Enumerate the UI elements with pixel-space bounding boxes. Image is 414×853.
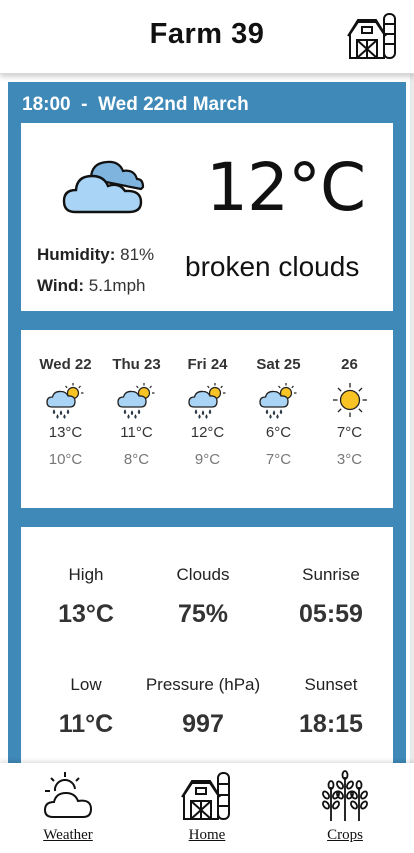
forecast-day-name: Sat 25 [256,356,301,373]
forecast-high: 7°C [336,424,363,441]
wind-label: Wind: [37,276,85,295]
weather-description: broken clouds [185,251,360,282]
barn-icon[interactable] [346,8,400,62]
bottom-nav: Weather Home Crops [0,763,414,853]
stat-label: Low [70,675,102,694]
nav-label-crops[interactable]: Crops [327,827,363,844]
stat-label: Sunset [304,675,358,694]
stat-sunset: Sunset 18:15 [269,675,393,739]
current-date: Wed 22nd March [98,94,249,115]
current-time: 18:00 [22,94,71,115]
stats-card: High 13°C Clouds 75% Sunrise 05:59 Low 1… [21,527,393,777]
wind: Wind: 5.1mph [37,276,146,296]
stat-value: 997 [182,710,224,738]
weather-panel: 18:00 - Wed 22nd March 12°C Humidity: 81… [8,82,406,777]
datetime-separator: - [81,94,88,115]
humidity-label: Humidity: [37,245,116,264]
app-header: Farm 39 [0,0,414,74]
nav-item-weather[interactable]: Weather [13,769,123,844]
rain-sun-icon [186,380,230,420]
forecast-day-name: Thu 23 [112,356,161,373]
forecast-day-name: Fri 24 [187,356,228,373]
forecast-low: 10°C [48,451,83,468]
current-temperature: 12°C [206,149,366,226]
forecast-day: Sat 25 6°C 7°C [243,356,314,468]
stat-high: High 13°C [24,565,148,629]
stat-value: 18:15 [299,710,363,738]
current-datetime: 18:00 - Wed 22nd March [22,94,249,116]
stat-value: 11°C [58,710,114,738]
forecast-day: Thu 23 11°C 8°C [101,356,172,468]
crops-icon [322,770,368,821]
stat-value: 13°C [58,600,114,628]
nav-label-weather[interactable]: Weather [43,827,93,844]
stat-value: 75% [177,600,229,628]
forecast-day: Wed 22 13°C 10°C [30,356,101,468]
forecast-low: 8°C [123,451,150,468]
rain-sun-icon [257,380,301,420]
forecast-day: 26 7°C 3°C [314,356,385,468]
current-conditions-card: 12°C Humidity: 81% Wind: 5.1mph broken c… [21,123,393,311]
stat-label: Pressure (hPa) [145,675,261,694]
forecast-high: 13°C [48,424,83,441]
scrollbar[interactable] [410,74,414,764]
forecast-low: 9°C [194,451,221,468]
rain-sun-icon [44,380,88,420]
stat-sunrise: Sunrise 05:59 [269,565,393,629]
stat-label: High [68,565,104,584]
forecast-low: 3°C [336,451,363,468]
stat-pressure: Pressure (hPa) 997 [141,675,265,739]
cloud-icon [62,160,145,214]
forecast-card: Wed 22 13°C 10°C Thu 23 11°C 8°C Fri 24 … [21,330,393,508]
stat-low: Low 11°C [24,675,148,739]
stat-value: 05:59 [299,600,363,628]
stat-label: Sunrise [302,565,360,584]
forecast-low: 7°C [265,451,292,468]
nav-item-crops[interactable]: Crops [290,769,400,844]
forecast-day-name: 26 [341,356,358,373]
nav-item-home[interactable]: Home [152,769,262,844]
nav-label-home[interactable]: Home [189,827,226,844]
forecast-day: Fri 24 12°C 9°C [172,356,243,468]
forecast-high: 12°C [190,424,225,441]
humidity: Humidity: 81% [37,245,154,265]
weather-icon [43,772,93,818]
stat-label: Clouds [176,565,230,584]
humidity-value: 81% [120,245,155,264]
wind-value: 5.1mph [88,276,146,295]
rain-sun-icon [115,380,159,420]
home-barn-icon [181,772,230,820]
forecast-high: 6°C [265,424,292,441]
forecast-day-name: Wed 22 [39,356,92,373]
sun-icon [328,380,372,420]
stat-clouds: Clouds 75% [141,565,265,629]
forecast-high: 11°C [120,424,153,441]
